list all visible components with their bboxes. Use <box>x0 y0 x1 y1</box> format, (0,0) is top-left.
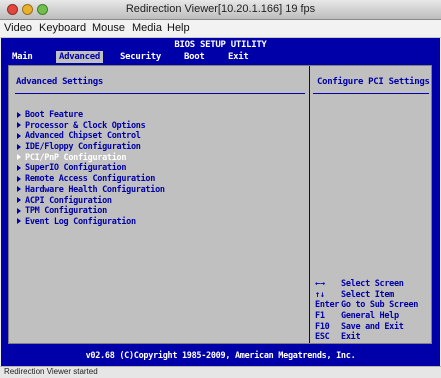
tab-security[interactable]: Security <box>117 51 164 63</box>
key-help-row: ESC Exit <box>315 332 361 343</box>
key-help-row: F10 Save and Exit <box>315 321 404 332</box>
arrow-right-icon <box>17 175 21 182</box>
panel-divider <box>309 66 310 343</box>
arrow-right-icon <box>17 197 21 203</box>
menu-help[interactable]: Help <box>167 22 190 34</box>
menu-video[interactable]: Video <box>4 22 32 34</box>
bios-tabs: Main Advanced Security Boot Exit <box>1 51 440 63</box>
key-help-row: F1 General Help <box>315 311 399 322</box>
bios-screen[interactable]: BIOS SETUP UTILITY Main Advanced Securit… <box>1 38 440 366</box>
help-title: Configure PCI Settings <box>317 77 430 87</box>
arrow-right-icon <box>17 122 21 129</box>
menu-item-superio[interactable]: SuperIO Configuration <box>17 163 165 174</box>
bios-panel: Advanced Settings Configure PCI Settings… <box>8 65 432 344</box>
key-help-list: ←→ Select Screen ↑↓ Select Item Enter Go to… <box>315 279 418 343</box>
settings-menu: Boot Feature Processor & Clock Options A… <box>17 110 165 228</box>
menu-media[interactable]: Media <box>132 22 162 34</box>
arrow-right-icon <box>17 207 21 214</box>
menu-bar: Video Keyboard Mouse Media Help <box>0 20 441 38</box>
section-title: Advanced Settings <box>16 77 104 87</box>
arrow-right-icon <box>17 154 21 161</box>
arrow-right-icon <box>17 164 21 171</box>
key-help-row: ←→ Select Screen <box>315 279 404 289</box>
tab-boot[interactable]: Boot <box>181 51 207 63</box>
menu-item-chipset-control[interactable]: Advanced Chipset Control <box>17 131 165 142</box>
window-titlebar[interactable]: Redirection Viewer[10.20.1.166] 19 fps <box>0 0 441 20</box>
arrow-right-icon <box>17 132 21 139</box>
status-bar: Redirection Viewer started <box>0 366 441 378</box>
status-text: Redirection Viewer started <box>4 367 98 376</box>
menu-keyboard[interactable]: Keyboard <box>39 22 86 34</box>
menu-item-tpm[interactable]: TPM Configuration <box>17 206 165 217</box>
menu-item-processor-clock[interactable]: Processor & Clock Options <box>17 121 165 132</box>
arrow-right-icon <box>17 111 21 118</box>
menu-item-boot-feature[interactable]: Boot Feature <box>17 110 165 121</box>
tab-exit[interactable]: Exit <box>225 51 251 63</box>
bios-copyright: v02.68 (C)Copyright 1985-2009, American … <box>85 351 356 361</box>
menu-item-event-log[interactable]: Event Log Configuration <box>17 217 165 228</box>
menu-item-hardware-health[interactable]: Hardware Health Configuration <box>17 185 165 196</box>
arrow-right-icon <box>17 218 21 225</box>
redirection-viewer-window: Redirection Viewer[10.20.1.166] 19 fps V… <box>0 0 441 378</box>
menu-mouse[interactable]: Mouse <box>92 22 125 34</box>
key-help-row: ↑↓ Select Item <box>315 289 394 300</box>
key-help-row: Enter Go to Sub Screen <box>315 300 419 311</box>
menu-item-pci-pnp[interactable]: PCI/PnP Configuration <box>17 153 165 164</box>
help-divider <box>313 93 429 94</box>
arrow-right-icon <box>17 186 21 193</box>
tab-advanced[interactable]: Advanced <box>56 51 103 63</box>
window-title: Redirection Viewer[10.20.1.166] 19 fps <box>125 3 316 15</box>
tab-main[interactable]: Main <box>9 51 35 63</box>
arrow-right-icon <box>17 143 21 150</box>
menu-item-ide-floppy[interactable]: IDE/Floppy Configuration <box>17 142 165 153</box>
menu-item-remote-access[interactable]: Remote Access Configuration <box>17 174 165 185</box>
section-divider <box>15 93 305 94</box>
menu-item-acpi[interactable]: ACPI Configuration <box>17 196 165 207</box>
bios-title: BIOS SETUP UTILITY <box>174 40 267 50</box>
